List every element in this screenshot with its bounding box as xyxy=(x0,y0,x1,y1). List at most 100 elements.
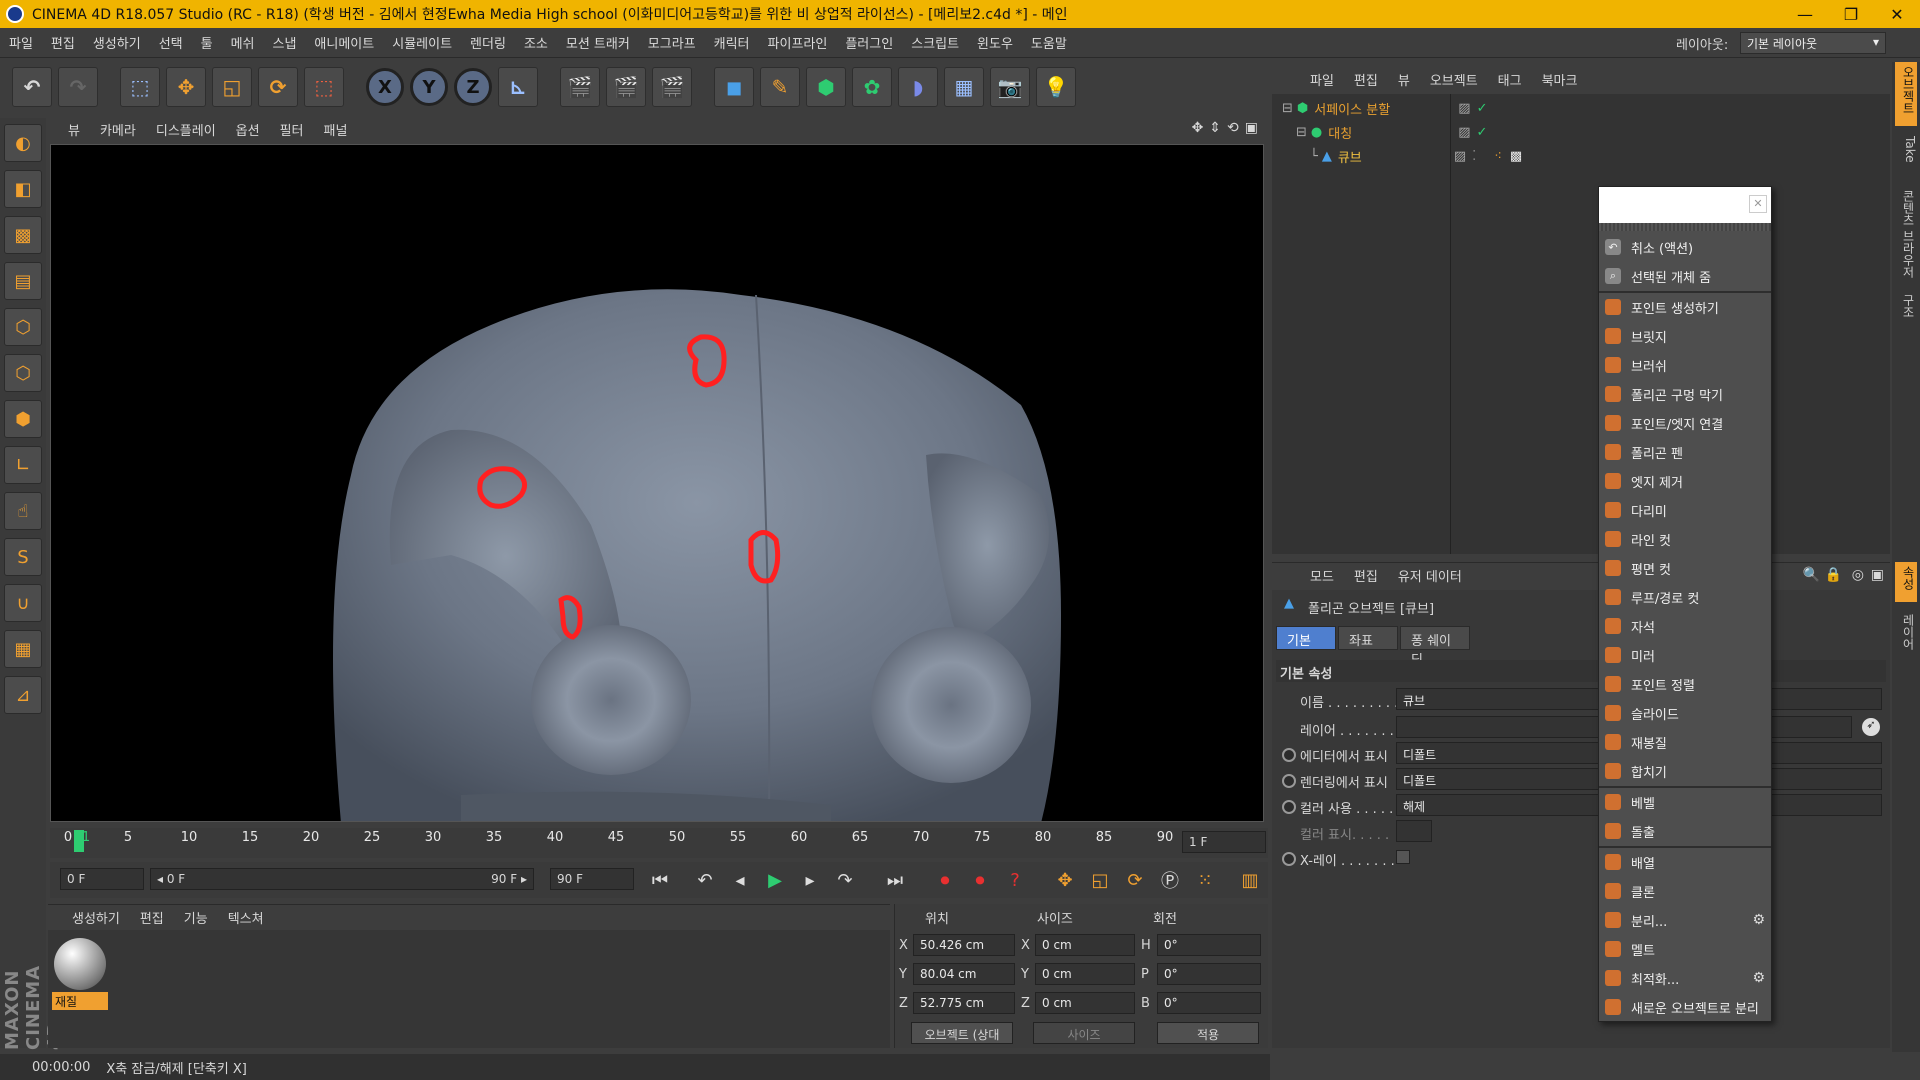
context-menu-item[interactable]: 엣지 제거 xyxy=(1599,467,1771,495)
visibility-toggle-icon[interactable]: ▨ xyxy=(1454,149,1466,164)
tab-layers[interactable]: 레이어 xyxy=(1895,610,1917,660)
tab-structure[interactable]: 구조 xyxy=(1895,290,1917,330)
rotation-b-field[interactable]: 0° xyxy=(1157,992,1261,1014)
enabled-check-icon[interactable]: ✓ xyxy=(1477,125,1488,140)
maximize-view-icon[interactable]: ▣ xyxy=(1245,120,1258,136)
context-menu-item[interactable]: 포인트/엣지 연결 xyxy=(1599,409,1771,437)
context-menu-item[interactable]: 슬라이드 xyxy=(1599,699,1771,727)
size-x-field[interactable]: 0 cm xyxy=(1035,934,1135,956)
context-menu-item[interactable]: 베벨 xyxy=(1599,788,1771,816)
context-menu-item[interactable]: 최적화... ⚙ xyxy=(1599,964,1771,992)
render-picture-viewer-icon[interactable]: 🎬 xyxy=(606,67,646,107)
object-row-cube[interactable]: └ ▲ 큐브 ▨ ⁚ ⁖ ▩ xyxy=(1272,144,1890,168)
tab-objects[interactable]: 오브젝트 xyxy=(1895,62,1917,126)
menu-simulate[interactable]: 시뮬레이트 xyxy=(383,33,461,52)
cube-primitive-icon[interactable]: ◼ xyxy=(714,67,754,107)
3d-viewport[interactable] xyxy=(50,144,1264,822)
context-menu-item[interactable]: 자석 xyxy=(1599,612,1771,640)
coordinate-mode-select[interactable]: 오브젝트 (상대 xyxy=(911,1022,1013,1044)
floor-icon[interactable]: ▦ xyxy=(944,67,984,107)
viewport-menu-camera[interactable]: 카메라 xyxy=(90,120,146,139)
zoom-view-icon[interactable]: ⇕ xyxy=(1209,120,1221,136)
light-icon[interactable]: 💡 xyxy=(1036,67,1076,107)
object-menu-edit[interactable]: 편집 xyxy=(1344,70,1388,89)
pick-icon[interactable]: ➶ xyxy=(1862,718,1880,736)
object-menu-objects[interactable]: 오브젝트 xyxy=(1420,70,1488,89)
tab-take[interactable]: Take xyxy=(1895,132,1917,180)
material-menu-texture[interactable]: 텍스쳐 xyxy=(218,908,274,927)
radio-xray[interactable] xyxy=(1282,852,1296,866)
size-mode-select[interactable]: 사이즈 xyxy=(1033,1022,1135,1044)
object-menu-bookmarks[interactable]: 북마크 xyxy=(1532,70,1588,89)
context-menu-item[interactable]: 루프/경로 컷 xyxy=(1599,583,1771,611)
apply-button[interactable]: 적용 xyxy=(1157,1022,1259,1044)
radio-editor-visibility[interactable] xyxy=(1282,748,1296,762)
pan-view-icon[interactable]: ✥ xyxy=(1192,120,1204,136)
tab-coordinates[interactable]: 좌표 xyxy=(1338,626,1398,650)
scheme-icon[interactable]: ▥ xyxy=(1235,866,1265,894)
points-mode-icon[interactable]: ⬡ xyxy=(4,308,42,346)
record-active-icon[interactable]: ⏺ xyxy=(930,866,960,894)
record-scale-icon[interactable]: ◱ xyxy=(1085,866,1115,894)
menu-animate[interactable]: 애니메이트 xyxy=(305,33,383,52)
record-rotation-icon[interactable]: ⟳ xyxy=(1120,866,1150,894)
workplane-lock-icon[interactable]: ⊿ xyxy=(4,676,42,714)
size-y-field[interactable]: 0 cm xyxy=(1035,963,1135,985)
context-menu-item[interactable]: 포인트 정렬 xyxy=(1599,670,1771,698)
object-menu-file[interactable]: 파일 xyxy=(1300,70,1344,89)
polygons-mode-icon[interactable]: ⬢ xyxy=(4,400,42,438)
context-menu-item[interactable]: 배열 xyxy=(1599,848,1771,876)
tab-basic[interactable]: 기본 xyxy=(1276,626,1336,650)
axis-mode-icon[interactable]: ∟ xyxy=(4,446,42,484)
end-frame-field[interactable]: 90 F xyxy=(550,868,634,890)
render-settings-icon[interactable]: 🎬 xyxy=(652,67,692,107)
coordinate-system-icon[interactable]: ⊾ xyxy=(498,67,538,107)
radio-use-color[interactable] xyxy=(1282,800,1296,814)
viewport-menu-panel[interactable]: 패널 xyxy=(314,120,358,139)
z-axis-lock-icon[interactable]: Z xyxy=(454,68,492,106)
x-axis-lock-icon[interactable]: X xyxy=(366,68,404,106)
object-name[interactable]: 큐브 xyxy=(1338,147,1430,166)
restore-button[interactable]: ❐ xyxy=(1828,0,1874,28)
viewport-menu-view[interactable]: 뷰 xyxy=(58,120,90,139)
edges-mode-icon[interactable]: ⬡ xyxy=(4,354,42,392)
go-to-start-icon[interactable]: ⏮ xyxy=(645,866,675,894)
material-menu-create[interactable]: 생성하기 xyxy=(62,908,130,927)
frame-range-slider[interactable]: ◂ 0 F 90 F ▸ xyxy=(150,868,534,890)
menu-sculpt[interactable]: 조소 xyxy=(515,33,557,52)
context-menu-item[interactable]: 클론 xyxy=(1599,877,1771,905)
new-panel-icon[interactable]: ▣ xyxy=(1871,567,1884,583)
recent-tools-icon[interactable]: ⬚ xyxy=(304,67,344,107)
texture-mode-icon[interactable]: ▩ xyxy=(4,216,42,254)
context-menu-item[interactable]: 브러쉬 xyxy=(1599,351,1771,379)
play-icon[interactable]: ▶ xyxy=(760,866,790,894)
deformer-icon[interactable]: ◗ xyxy=(898,67,938,107)
redo-icon[interactable]: ↷ xyxy=(58,67,98,107)
context-menu-item[interactable]: 포인트 생성하기 xyxy=(1599,293,1771,321)
make-editable-icon[interactable]: ◐ xyxy=(4,124,42,162)
previous-key-icon[interactable]: ↶ xyxy=(690,866,720,894)
context-menu-item[interactable]: 라인 컷 xyxy=(1599,525,1771,553)
menu-script[interactable]: 스크립트 xyxy=(902,33,968,52)
object-name[interactable]: 서페이스 분할 xyxy=(1314,99,1434,118)
menu-tools[interactable]: 툴 xyxy=(192,33,222,52)
rotate-view-icon[interactable]: ⟲ xyxy=(1227,120,1239,136)
context-menu-item[interactable]: 다리미 xyxy=(1599,496,1771,524)
rotation-h-field[interactable]: 0° xyxy=(1157,934,1261,956)
grid-lock-icon[interactable]: ▦ xyxy=(4,630,42,668)
material-name[interactable]: 재질 xyxy=(52,992,108,1010)
menu-select[interactable]: 선택 xyxy=(150,33,192,52)
search-icon[interactable]: 🔍 xyxy=(1803,567,1820,583)
camera-icon[interactable]: 📷 xyxy=(990,67,1030,107)
position-y-field[interactable]: 80.04 cm xyxy=(913,963,1015,985)
object-menu-tags[interactable]: 태그 xyxy=(1488,70,1532,89)
menu-create[interactable]: 생성하기 xyxy=(84,33,150,52)
visibility-toggle-icon[interactable]: ▨ xyxy=(1458,101,1470,116)
close-button[interactable]: ✕ xyxy=(1874,0,1920,28)
size-z-field[interactable]: 0 cm xyxy=(1035,992,1135,1014)
subdivision-generator-icon[interactable]: ⬢ xyxy=(806,67,846,107)
position-z-field[interactable]: 52.775 cm xyxy=(913,992,1015,1014)
viewport-menu-display[interactable]: 디스플레이 xyxy=(146,120,226,139)
context-menu-item[interactable]: 새로운 오브젝트로 분리 xyxy=(1599,993,1771,1021)
phong-tag-icon[interactable]: ⁖ xyxy=(1494,149,1502,164)
